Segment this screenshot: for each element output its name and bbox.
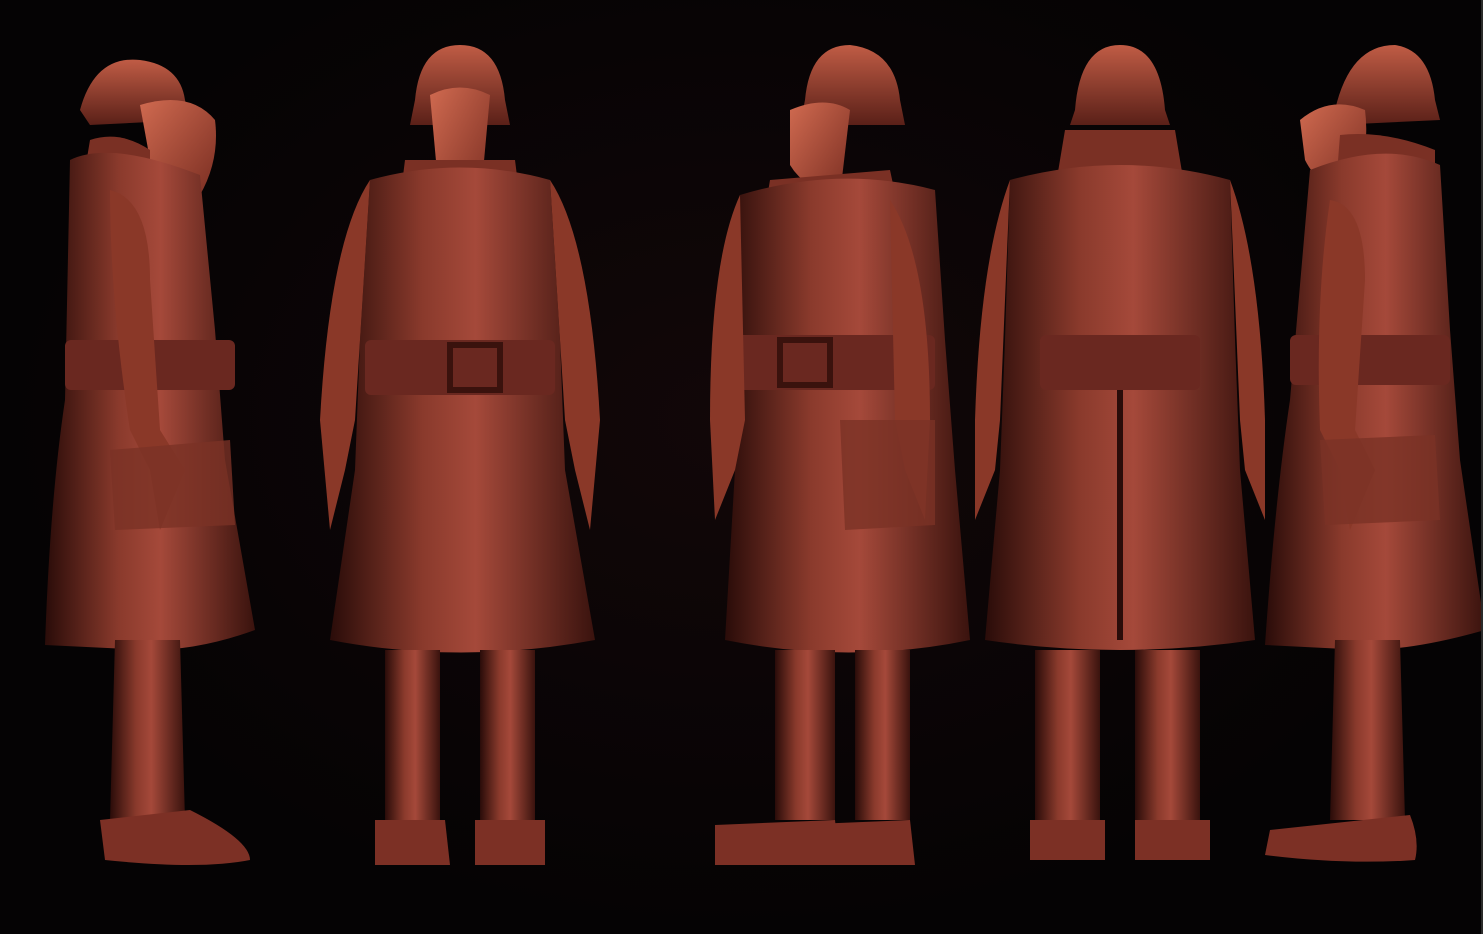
coat-body [1265, 153, 1481, 650]
belt [1290, 335, 1450, 385]
leg-right [480, 650, 535, 820]
leg-right [1135, 650, 1200, 820]
belt [1040, 335, 1200, 390]
figure-back [970, 0, 1270, 934]
pocket [1320, 435, 1440, 525]
leg-left [775, 650, 835, 820]
boot [100, 810, 250, 865]
boot-right [475, 820, 545, 865]
figure-side-left-2 [1235, 0, 1481, 934]
coat-body [725, 178, 970, 653]
helmet [1070, 45, 1170, 125]
figure-side-left [0, 0, 300, 934]
boot-left [1030, 820, 1105, 860]
boot-left [375, 820, 450, 865]
pocket [110, 440, 235, 530]
leg-left [385, 650, 440, 820]
boot-right [790, 820, 915, 865]
leg-left [1035, 650, 1100, 820]
figure-three-quarter [690, 0, 990, 934]
3d-viewport[interactable] [0, 0, 1483, 934]
leg-right [855, 650, 910, 820]
boot [1265, 815, 1417, 862]
leg [110, 640, 185, 820]
leg [1330, 640, 1405, 820]
boot-right [1135, 820, 1210, 860]
pocket [840, 420, 935, 530]
figure-front [310, 0, 610, 934]
belt [365, 340, 555, 395]
